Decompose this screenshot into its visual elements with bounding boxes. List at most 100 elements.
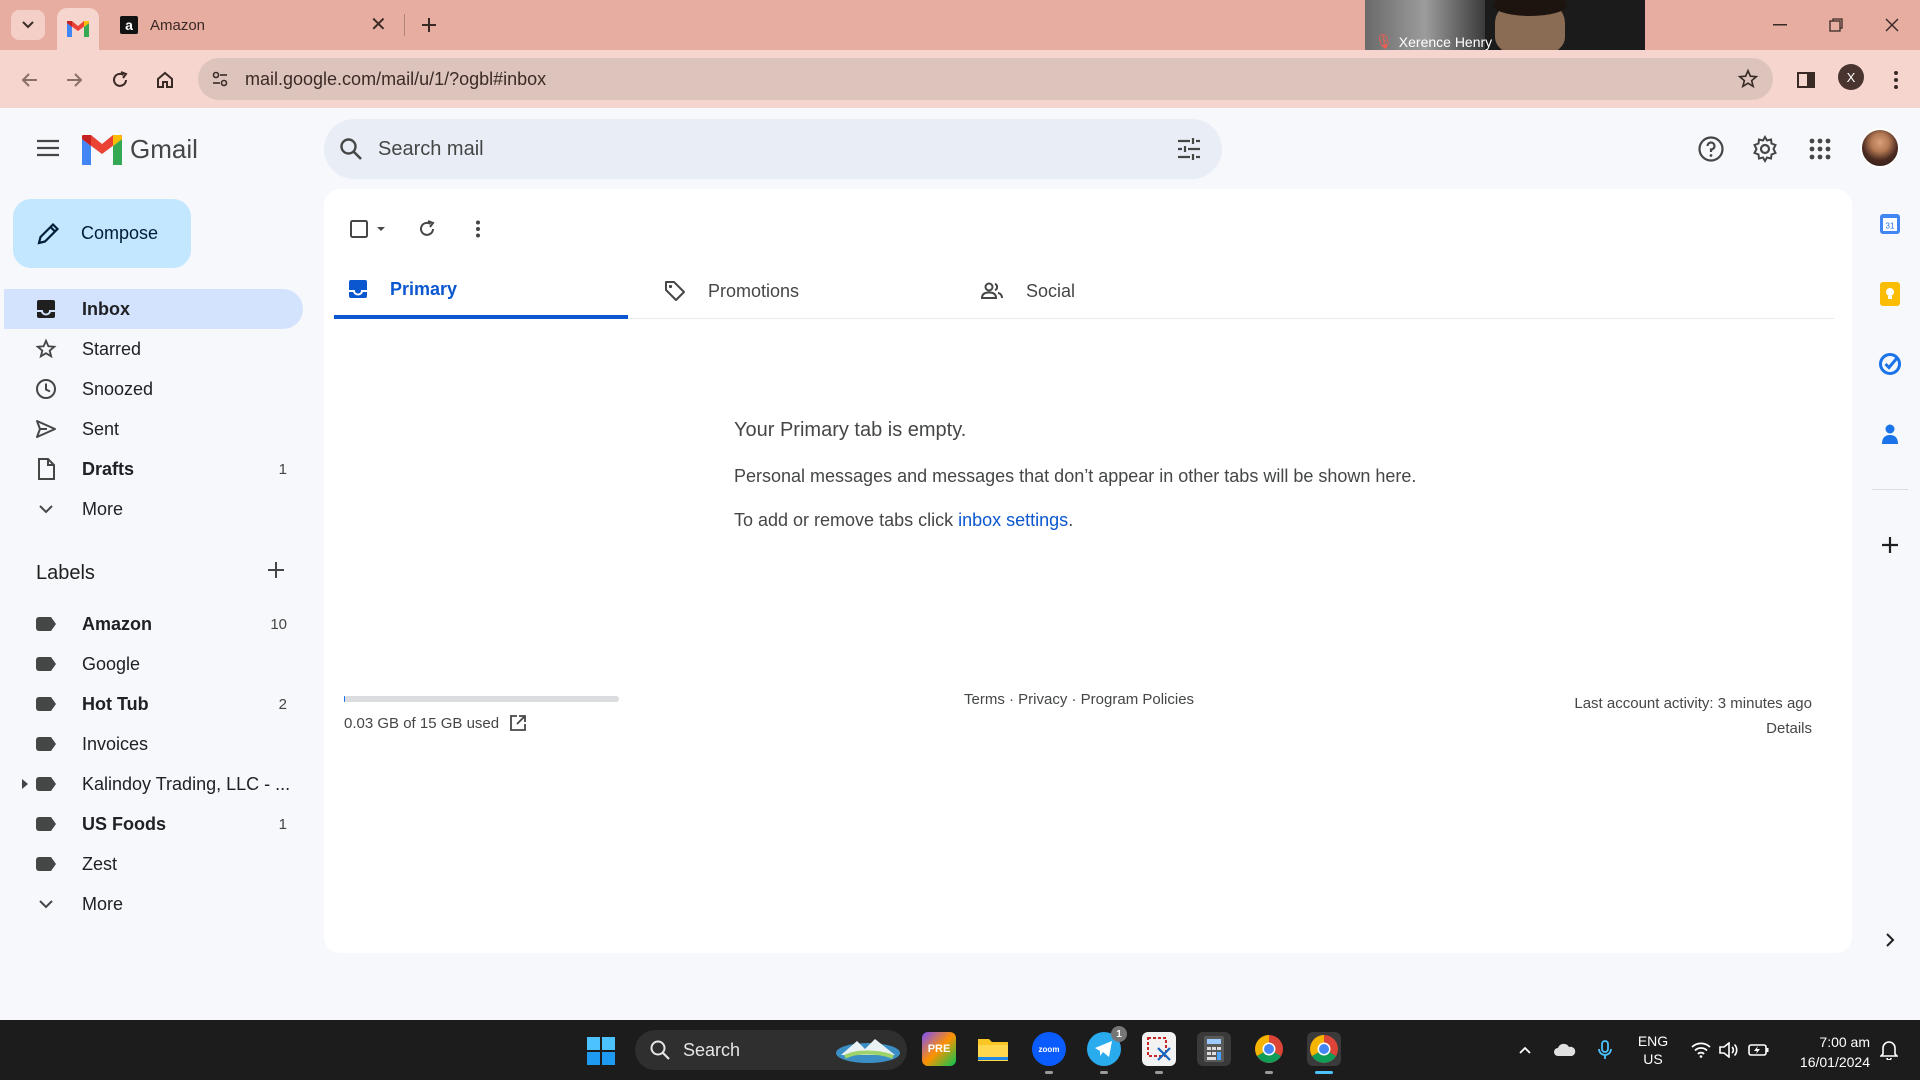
tasks-check-icon: [1879, 353, 1901, 375]
label-tag-icon: [34, 852, 58, 876]
taskbar-app-copilot[interactable]: PRE: [922, 1032, 956, 1066]
empty-state-tip-prefix: To add or remove tabs click: [734, 510, 959, 530]
side-panel-button[interactable]: [1790, 64, 1822, 96]
arrow-right-icon: [67, 73, 83, 87]
taskbar-search[interactable]: Search: [635, 1030, 907, 1070]
footer-links[interactable]: Terms · Privacy · Program Policies: [964, 691, 1194, 708]
taskbar-app-chrome-active[interactable]: [1307, 1032, 1341, 1074]
tab-gmail[interactable]: [57, 8, 99, 50]
settings-button[interactable]: [1745, 129, 1785, 169]
search-icon[interactable]: [338, 136, 364, 162]
plus-icon: [1882, 537, 1898, 553]
nav-item-starred[interactable]: Starred: [4, 329, 303, 369]
label-item-zest[interactable]: Zest: [4, 844, 303, 884]
tab-social[interactable]: Social: [966, 263, 1260, 319]
label-item-us-foods[interactable]: US Foods 1: [4, 804, 303, 844]
speaker-icon: [1719, 1042, 1738, 1058]
kebab-menu-icon: [1894, 71, 1898, 89]
gmail-logo[interactable]: Gmail: [82, 134, 198, 165]
start-button[interactable]: [586, 1036, 616, 1066]
nav-label: Sent: [82, 418, 120, 439]
browser-menu-button[interactable]: [1880, 64, 1912, 96]
back-button[interactable]: [14, 64, 46, 96]
tab-amazon[interactable]: a Amazon: [108, 8, 400, 42]
close-window-button[interactable]: [1864, 0, 1920, 50]
labels-more[interactable]: More: [4, 884, 303, 924]
volume-tray-icon[interactable]: [1716, 1020, 1742, 1080]
new-tab-button[interactable]: [414, 10, 444, 40]
taskbar-app-calculator[interactable]: [1197, 1032, 1231, 1066]
storage-usage-fill: [344, 696, 346, 702]
tray-overflow-button[interactable]: [1512, 1020, 1538, 1080]
label-tag-icon: [34, 692, 58, 716]
restore-button[interactable]: [1808, 0, 1864, 50]
nav-item-sent[interactable]: Sent: [4, 409, 303, 449]
plus-icon: [268, 562, 284, 578]
tasks-app-button[interactable]: [1872, 346, 1908, 382]
folder-icon: [978, 1039, 1008, 1061]
tag-icon: [665, 281, 685, 301]
label-item-amazon[interactable]: Amazon 10: [4, 604, 303, 644]
taskbar-app-file-explorer[interactable]: [976, 1032, 1010, 1066]
refresh-button[interactable]: [409, 211, 445, 247]
inbox-settings-link[interactable]: inbox settings: [958, 510, 1068, 530]
url-text[interactable]: mail.google.com/mail/u/1/?ogbl#inbox: [245, 69, 546, 90]
label-item-kalindoy-trading[interactable]: Kalindoy Trading, LLC - ...: [4, 764, 303, 804]
reload-button[interactable]: [104, 64, 136, 96]
address-bar[interactable]: mail.google.com/mail/u/1/?ogbl#inbox: [198, 58, 1773, 100]
taskbar-clock[interactable]: 7:00 am 16/01/2024: [1782, 1032, 1870, 1072]
wifi-tray-icon[interactable]: [1688, 1020, 1714, 1080]
notifications-button[interactable]: [1876, 1020, 1902, 1080]
taskbar-app-chrome-profile-1[interactable]: [1252, 1032, 1286, 1074]
expand-caret-icon[interactable]: [22, 779, 28, 789]
running-indicator: [1155, 1071, 1163, 1074]
tab-search-button[interactable]: [11, 10, 45, 40]
account-avatar[interactable]: [1860, 128, 1900, 168]
taskbar-app-telegram[interactable]: 1: [1087, 1026, 1127, 1074]
forward-button[interactable]: [58, 64, 90, 96]
microphone-tray-icon[interactable]: [1592, 1020, 1618, 1080]
nav-item-inbox[interactable]: Inbox: [4, 289, 303, 329]
compose-button[interactable]: Compose: [13, 199, 191, 268]
video-call-overlay[interactable]: 🎙 Xerence Henry: [1365, 0, 1645, 52]
contacts-app-button[interactable]: [1872, 416, 1908, 452]
select-all-dropdown[interactable]: [344, 211, 392, 247]
create-label-button[interactable]: [266, 560, 286, 580]
search-input[interactable]: [378, 119, 1138, 179]
arrow-left-icon: [21, 73, 37, 87]
taskbar-app-snipping-tool[interactable]: [1142, 1032, 1176, 1074]
home-button[interactable]: [149, 64, 181, 96]
nav-item-drafts[interactable]: Drafts 1: [4, 449, 303, 489]
browser-profile-avatar[interactable]: X: [1838, 64, 1864, 90]
minimize-button[interactable]: [1752, 0, 1808, 50]
support-button[interactable]: [1691, 129, 1731, 169]
tab-primary[interactable]: Primary: [334, 263, 628, 319]
label-item-hot-tub[interactable]: Hot Tub 2: [4, 684, 303, 724]
show-side-panel-button[interactable]: [1872, 922, 1908, 958]
account-activity-text: Last account activity: 3 minutes ago: [1574, 695, 1812, 712]
tab-close-icon[interactable]: ✕: [370, 12, 387, 37]
main-menu-button[interactable]: [28, 128, 68, 168]
more-actions-button[interactable]: [460, 211, 496, 247]
side-panel-icon: [1797, 72, 1815, 88]
open-in-new-icon[interactable]: [509, 714, 527, 732]
keep-app-button[interactable]: [1872, 276, 1908, 312]
search-options-icon[interactable]: [1176, 136, 1202, 162]
tab-promotions[interactable]: Promotions: [650, 263, 944, 319]
language-indicator[interactable]: ENG US: [1628, 1020, 1678, 1080]
browser-tab-strip: a Amazon ✕ 🎙 Xerence Henry: [0, 0, 1920, 52]
onedrive-tray-icon[interactable]: [1550, 1020, 1580, 1080]
battery-tray-icon[interactable]: [1746, 1020, 1772, 1080]
nav-item-more[interactable]: More: [4, 489, 303, 529]
get-addons-button[interactable]: [1872, 527, 1908, 563]
nav-item-snoozed[interactable]: Snoozed: [4, 369, 303, 409]
activity-details-link[interactable]: Details: [1574, 716, 1812, 741]
taskbar-app-zoom[interactable]: zoom: [1032, 1032, 1066, 1074]
calendar-app-button[interactable]: 31: [1872, 206, 1908, 242]
chevron-down-icon: [34, 892, 58, 916]
label-item-invoices[interactable]: Invoices: [4, 724, 303, 764]
site-info-icon[interactable]: [208, 67, 232, 91]
label-item-google[interactable]: Google: [4, 644, 303, 684]
bookmark-star-icon[interactable]: [1737, 68, 1759, 90]
google-apps-button[interactable]: [1800, 129, 1840, 169]
